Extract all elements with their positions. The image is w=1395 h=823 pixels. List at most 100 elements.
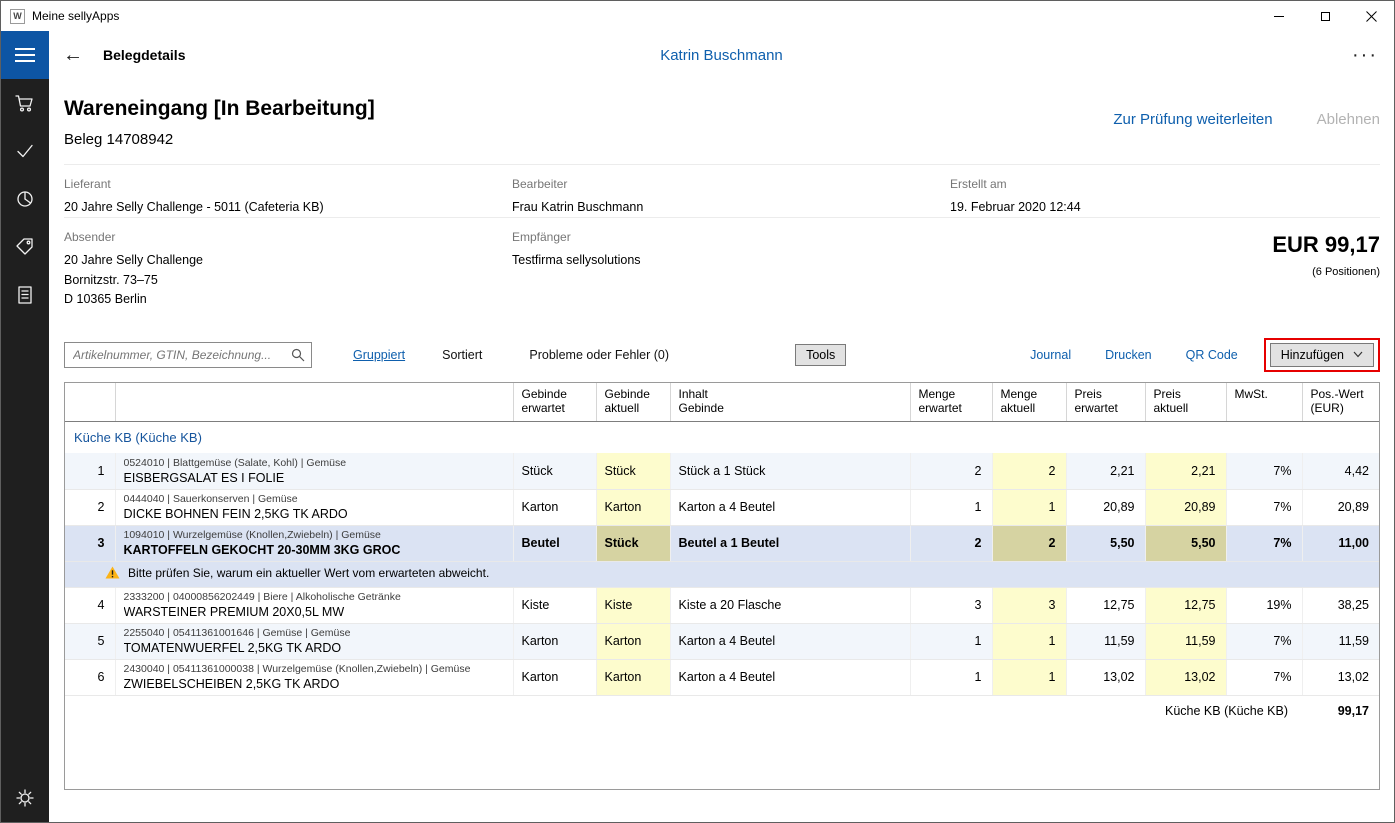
inhalt-gebinde-cell: Beutel a 1 Beutel (670, 525, 910, 561)
sorted-toggle[interactable]: Sortiert (442, 348, 482, 362)
grouped-toggle[interactable]: Gruppiert (353, 348, 405, 362)
document-total: EUR 99,17 (1272, 232, 1380, 258)
position-count: (6 Positionen) (1272, 266, 1380, 278)
column-header: Menge erwartet (910, 383, 992, 422)
qr-code-link[interactable]: QR Code (1186, 348, 1238, 362)
row-number: 6 (65, 659, 115, 695)
table-row[interactable]: 5 2255040 | 05411361001646 | Gemüse | Gem… (65, 623, 1379, 659)
document-title: Wareneingang [In Bearbeitung] (64, 97, 375, 121)
window-controls (1256, 1, 1394, 31)
table-header-row: Gebinde erwartetGebinde aktuellInhalt Ge… (65, 383, 1379, 422)
pie-chart-icon (15, 189, 35, 209)
row-number: 2 (65, 489, 115, 525)
table-row[interactable]: 10524010 | Blattgemüse (Salate, Kohl) | … (65, 453, 1379, 489)
gear-icon (15, 788, 35, 808)
search-icon (291, 348, 305, 362)
table-body: Küche KB (Küche KB)10524010 | Blattgemüs… (65, 421, 1379, 727)
positions-table: Gebinde erwartetGebinde aktuellInhalt Ge… (64, 382, 1380, 790)
gebinde-erwartet-cell: Karton (513, 659, 596, 695)
column-header: MwSt. (1226, 383, 1302, 422)
pos-wert-cell: 11,59 (1302, 623, 1379, 659)
article-meta: 0444040 | Sauerkonserven | Gemüse (124, 493, 505, 505)
more-options-button[interactable]: ··· (1352, 44, 1378, 67)
field-label: Erstellt am (950, 177, 1081, 191)
print-link[interactable]: Drucken (1105, 348, 1152, 362)
inhalt-gebinde-cell: Karton a 4 Beutel (670, 489, 910, 525)
sidebar-item-reports[interactable] (1, 175, 49, 223)
pos-wert-cell: 4,42 (1302, 453, 1379, 489)
warning-text: Bitte prüfen Sie, warum ein aktueller We… (128, 566, 489, 580)
forward-for-review-link[interactable]: Zur Prüfung weiterleiten (1113, 111, 1272, 128)
sender-line: D 10365 Berlin (64, 290, 512, 309)
article-name: EISBERGSALAT ES I FOLIE (124, 471, 505, 485)
price-tag-icon (15, 237, 35, 257)
menge-erwartet-cell: 1 (910, 623, 992, 659)
maximize-button[interactable] (1302, 1, 1348, 31)
article-meta: 2255040 | 05411361001646 | Gemüse | Gemü… (124, 627, 505, 639)
group-header-row: Küche KB (Küche KB) (65, 421, 1379, 453)
tools-button[interactable]: Tools (795, 344, 846, 366)
recipient-value: Testfirma sellysolutions (512, 251, 950, 270)
pos-wert-cell: 13,02 (1302, 659, 1379, 695)
sidebar-item-prices[interactable] (1, 223, 49, 271)
sidebar-item-settings[interactable] (1, 774, 49, 822)
preis-erwartet-cell: 11,59 (1066, 623, 1145, 659)
app-logo-icon: W (10, 9, 25, 24)
problems-filter[interactable]: Probleme oder Fehler (0) (529, 348, 669, 362)
preis-erwartet-cell: 13,02 (1066, 659, 1145, 695)
article-meta: 1094010 | Wurzelgemüse (Knollen,Zwiebeln… (124, 529, 505, 541)
inhalt-gebinde-cell: Karton a 4 Beutel (670, 623, 910, 659)
preis-erwartet-cell: 2,21 (1066, 453, 1145, 489)
table-row[interactable]: 4 2333200 | 04000856202449 | Biere | Alko… (65, 587, 1379, 623)
group-footer-row: Küche KB (Küche KB)99,17 (65, 695, 1379, 727)
gebinde-aktuell-cell: Stück (596, 525, 670, 561)
menge-aktuell-cell: 2 (992, 453, 1066, 489)
reject-link[interactable]: Ablehnen (1317, 111, 1380, 128)
add-button[interactable]: Hinzufügen (1270, 343, 1374, 367)
group-footer-label: Küche KB (Küche KB) (65, 695, 1302, 727)
app-window: W Meine sellyApps (0, 0, 1395, 823)
gebinde-aktuell-cell: Karton (596, 489, 670, 525)
journal-icon (15, 285, 35, 305)
gebinde-erwartet-cell: Beutel (513, 525, 596, 561)
minimize-button[interactable] (1256, 1, 1302, 31)
journal-link[interactable]: Journal (1030, 348, 1071, 362)
table-row[interactable]: 31094010 | Wurzelgemüse (Knollen,Zwiebel… (65, 525, 1379, 561)
menge-aktuell-cell: 3 (992, 587, 1066, 623)
table-row[interactable]: 6 2430040 | 05411361000038 | Wurzelgemüse… (65, 659, 1379, 695)
article-meta: 2430040 | 05411361000038 | Wurzelgemüse … (124, 663, 505, 675)
column-header: Inhalt Gebinde (670, 383, 910, 422)
sidebar-item-cart[interactable] (1, 79, 49, 127)
gebinde-erwartet-cell: Karton (513, 489, 596, 525)
row-warning: Bitte prüfen Sie, warum ein aktueller We… (65, 561, 1379, 587)
inhalt-gebinde-cell: Karton a 4 Beutel (670, 659, 910, 695)
preis-erwartet-cell: 5,50 (1066, 525, 1145, 561)
row-number: 4 (65, 587, 115, 623)
pos-wert-cell: 20,89 (1302, 489, 1379, 525)
menge-erwartet-cell: 1 (910, 489, 992, 525)
article-meta: 2333200 | 04000856202449 | Biere | Alkoh… (124, 591, 505, 603)
sidebar-item-tasks[interactable] (1, 127, 49, 175)
search-box (64, 342, 312, 368)
document-number: Beleg 14708942 (64, 131, 375, 148)
menge-aktuell-cell: 2 (992, 525, 1066, 561)
window-titlebar: W Meine sellyApps (1, 1, 1394, 31)
search-input[interactable] (73, 348, 291, 362)
column-header (65, 383, 115, 422)
article-cell: 2255040 | 05411361001646 | Gemüse | Gemü… (115, 623, 513, 659)
column-header: Menge aktuell (992, 383, 1066, 422)
row-number: 5 (65, 623, 115, 659)
column-header: Gebinde aktuell (596, 383, 670, 422)
field-label: Lieferant (64, 177, 512, 191)
column-header (115, 383, 513, 422)
table-row[interactable]: 20444040 | Sauerkonserven | GemüseDICKE … (65, 489, 1379, 525)
chevron-down-icon (1353, 351, 1363, 358)
close-button[interactable] (1348, 1, 1394, 31)
hamburger-menu-button[interactable] (1, 31, 49, 79)
sidebar-item-journal[interactable] (1, 271, 49, 319)
current-user[interactable]: Katrin Buschmann (49, 47, 1394, 64)
toolbar: Gruppiert Sortiert Probleme oder Fehler … (64, 338, 1380, 372)
gebinde-aktuell-cell: Kiste (596, 587, 670, 623)
add-button-label: Hinzufügen (1281, 348, 1344, 362)
row-number: 1 (65, 453, 115, 489)
